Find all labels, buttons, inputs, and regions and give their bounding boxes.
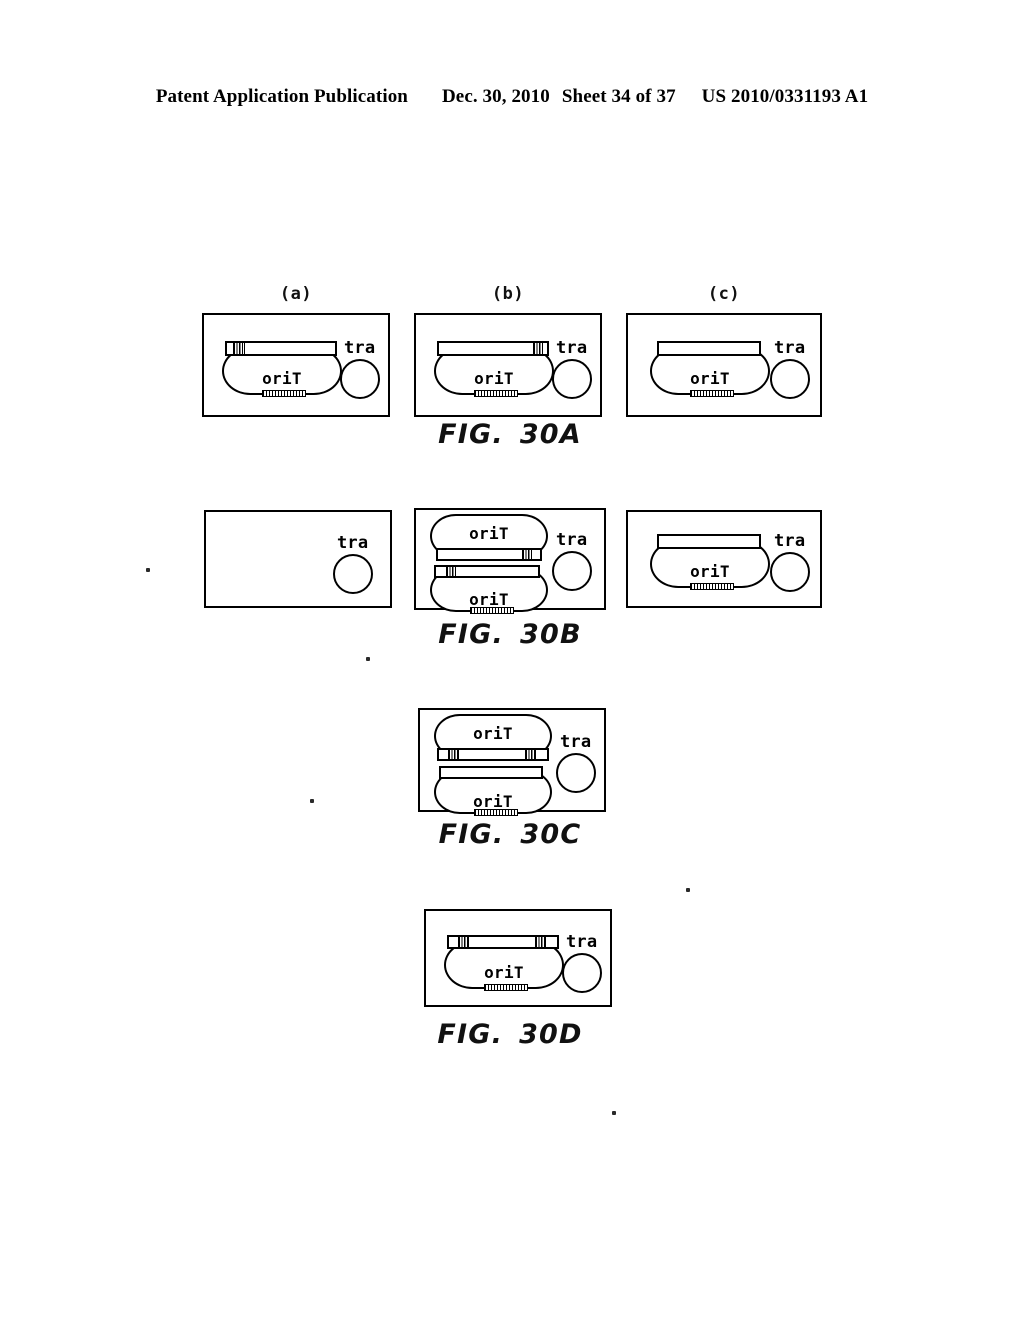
- tra-label: tra: [566, 932, 598, 952]
- hatch-block-right: [533, 343, 543, 354]
- panel-30d-1: oriT tra: [424, 909, 612, 1007]
- dna-bar: [225, 341, 337, 356]
- dna-bar: [657, 341, 761, 356]
- hatch-block-left: [233, 343, 245, 354]
- scan-speck: [146, 568, 150, 572]
- figure-30d: oriT tra FIG. 30D: [0, 0, 1024, 1070]
- tra-circle: [562, 953, 602, 993]
- scan-speck: [612, 1111, 616, 1115]
- hatch-block-right: [535, 937, 546, 947]
- dna-bar-lower: [439, 766, 543, 779]
- caption-number: 30D: [519, 1019, 583, 1050]
- hatch-block-left: [446, 567, 456, 576]
- scan-speck: [366, 657, 370, 661]
- figure-sheet: (a) oriT tra (b) oriT tra (c) oriT tra F…: [0, 0, 1024, 1320]
- plasmid-label-orit: oriT: [484, 963, 524, 982]
- hatch-block-left: [448, 750, 459, 759]
- caption-prefix: FIG.: [437, 1019, 504, 1050]
- dna-bar: [437, 341, 549, 356]
- figure-caption-30d: FIG. 30D: [412, 1019, 608, 1050]
- hatch-block-left: [458, 937, 469, 947]
- dna-bar: [447, 935, 559, 949]
- hatch-block-right: [525, 750, 536, 759]
- dna-bar-upper: [437, 748, 549, 761]
- dna-bar: [657, 534, 761, 549]
- scan-speck: [686, 888, 690, 892]
- orit-site-marker: [484, 984, 528, 991]
- dna-bar-lower: [434, 565, 540, 578]
- dna-bar-upper: [436, 548, 542, 561]
- scan-speck: [310, 799, 314, 803]
- hatch-block-right: [522, 550, 532, 559]
